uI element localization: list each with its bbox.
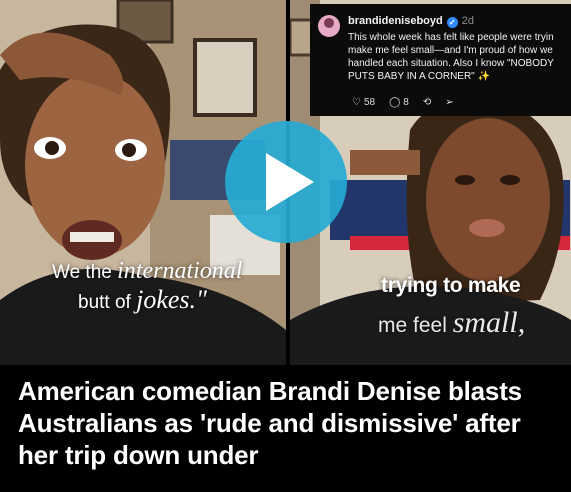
- post-text: This whole week has felt like people wer…: [348, 32, 554, 82]
- left-caption-line-1: We the international: [52, 258, 243, 284]
- like-count: 58: [363, 97, 376, 108]
- right-caption-line-1: trying to make: [381, 274, 521, 297]
- post-time: 2d: [461, 15, 474, 27]
- comment-action: ◯ 8: [389, 97, 409, 108]
- right-caption-line-2: me feel small,: [378, 306, 526, 339]
- article-headline[interactable]: American comedian Brandi Denise blasts A…: [18, 375, 558, 471]
- share-icon: ➢: [445, 97, 454, 108]
- verified-badge-icon: ✓: [446, 17, 458, 28]
- social-post-overlay: brandideniseboyd ✓ 2d This whole week has …: [310, 4, 571, 116]
- post-actions: ♡ 58 ◯ 8 ⟲ ➢: [352, 97, 454, 108]
- left-caption-line-2: butt of jokes.": [78, 285, 207, 314]
- video-thumbnail[interactable]: We the international butt of jokes." try…: [0, 0, 571, 365]
- play-button[interactable]: [225, 121, 347, 243]
- avatar: [318, 15, 340, 37]
- heart-icon: ♡: [352, 97, 361, 108]
- play-icon: [266, 153, 314, 211]
- comment-icon: ◯: [389, 97, 401, 108]
- post-username: brandideniseboyd: [348, 15, 443, 27]
- comment-count: 8: [403, 97, 409, 108]
- repost-icon: ⟲: [422, 97, 432, 108]
- like-action: ♡ 58: [352, 97, 375, 108]
- post-header: brandideniseboyd ✓ 2d: [348, 15, 474, 28]
